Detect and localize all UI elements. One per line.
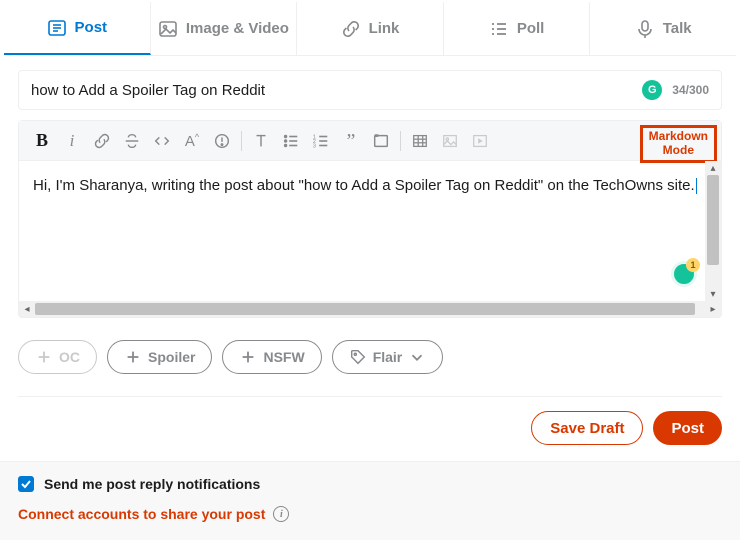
spoiler-pill[interactable]: Spoiler [107,340,212,374]
grammarly-icon[interactable]: G [642,80,662,100]
tab-link[interactable]: Link [297,2,444,55]
poll-icon [489,19,509,39]
link-icon [341,19,361,39]
markdown-mode-button[interactable]: Markdown Mode [640,125,717,163]
post-button[interactable]: Post [653,411,722,445]
tag-icon [349,348,367,366]
scroll-right-arrow[interactable]: ▸ [705,301,721,317]
editor-toolbar: B i A^ 123 ” Markdown Mode [19,121,721,161]
checkbox-checked-icon[interactable] [18,476,34,492]
mic-icon [635,19,655,39]
toolbar-link-button[interactable] [87,126,117,156]
scroll-left-arrow[interactable]: ◂ [19,301,35,317]
tab-label: Talk [663,20,692,37]
strikethrough-button[interactable] [117,126,147,156]
toolbar-separator [400,131,401,151]
info-icon[interactable]: i [273,506,289,522]
scroll-up-arrow[interactable]: ▴ [705,161,721,175]
tab-label: Link [369,20,400,37]
scroll-down-arrow[interactable]: ▾ [705,287,721,301]
chevron-down-icon [408,348,426,366]
table-button[interactable] [405,126,435,156]
oc-pill: OC [18,340,97,374]
save-draft-button[interactable]: Save Draft [531,411,643,445]
nsfw-pill[interactable]: NSFW [222,340,321,374]
editor-body[interactable]: Hi, I'm Sharanya, writing the post about… [19,161,721,301]
bold-button[interactable]: B [27,126,57,156]
image-icon [158,19,178,39]
numbered-list-button[interactable]: 123 [306,126,336,156]
scroll-thumb[interactable] [707,175,719,265]
scroll-thumb[interactable] [35,303,695,315]
tab-poll[interactable]: Poll [444,2,591,55]
grammarly-float-icon[interactable] [671,261,697,287]
spoiler-format-button[interactable] [207,126,237,156]
editor-text: Hi, I'm Sharanya, writing the post about… [19,161,721,210]
flair-pill[interactable]: Flair [332,340,444,374]
divider [18,396,722,397]
notify-row[interactable]: Send me post reply notifications [18,476,722,492]
tab-label: Image & Video [186,20,289,37]
inline-code-button[interactable] [147,126,177,156]
quote-button[interactable]: ” [336,126,366,156]
notify-label: Send me post reply notifications [44,476,260,492]
connect-accounts-link[interactable]: Connect accounts to share your post i [18,506,722,522]
superscript-button[interactable]: A^ [177,126,207,156]
tag-pill-row: OC Spoiler NSFW Flair [18,340,722,374]
tab-label: Post [75,19,108,36]
italic-button[interactable]: i [57,126,87,156]
post-icon [47,18,67,38]
tab-talk[interactable]: Talk [590,2,736,55]
toolbar-separator [241,131,242,151]
plus-icon [239,348,257,366]
plus-icon [124,348,142,366]
insert-image-button[interactable] [435,126,465,156]
char-count: 34/300 [672,83,709,97]
plus-icon [35,348,53,366]
editor: B i A^ 123 ” Markdown Mode Hi, I'm Shara… [18,120,722,318]
action-row: Save Draft Post [18,411,722,445]
title-input[interactable] [31,82,642,99]
tab-image-video[interactable]: Image & Video [151,2,298,55]
vertical-scrollbar[interactable]: ▴ ▾ [705,161,721,301]
insert-video-button[interactable] [465,126,495,156]
title-row: G 34/300 [18,70,722,110]
footer: Send me post reply notifications Connect… [0,461,740,540]
bullet-list-button[interactable] [276,126,306,156]
text-cursor [696,178,697,194]
horizontal-scrollbar[interactable]: ◂ ▸ [19,301,721,317]
tab-label: Poll [517,20,545,37]
tab-post[interactable]: Post [4,2,151,55]
code-block-button[interactable] [366,126,396,156]
svg-text:3: 3 [313,143,316,149]
heading-button[interactable] [246,126,276,156]
post-type-tabs: Post Image & Video Link Poll Talk [4,2,736,56]
